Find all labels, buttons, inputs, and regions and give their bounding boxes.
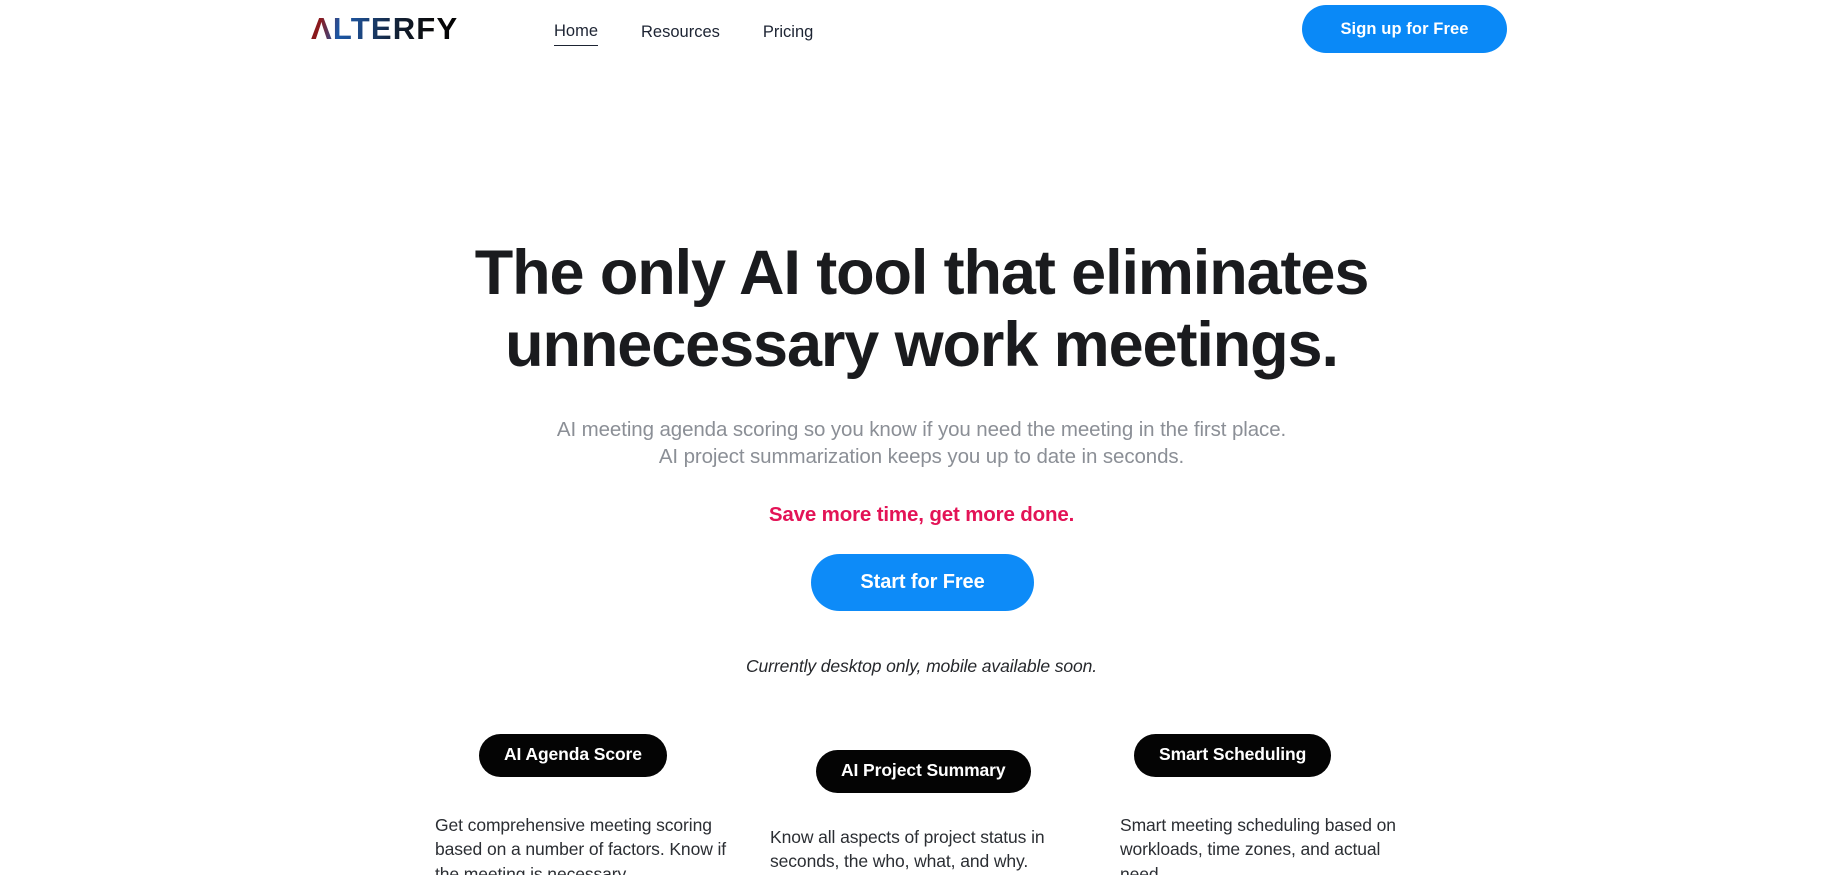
feature-list: AI Agenda Score Get comprehensive meetin… bbox=[0, 734, 1843, 875]
availability-note: Currently desktop only, mobile available… bbox=[745, 656, 1098, 676]
nav-link-resources[interactable]: Resources bbox=[641, 21, 720, 46]
nav-link-home[interactable]: Home bbox=[554, 20, 599, 46]
site-header: ΛLTERFY Home Resources Pricing Sign up f… bbox=[0, 0, 1843, 62]
hero-tagline: Save more time, get more done. bbox=[768, 503, 1075, 526]
feature-pill-project-summary[interactable]: AI Project Summary bbox=[816, 750, 1031, 793]
feature-description-agenda-score: Get comprehensive meeting scoring based … bbox=[435, 814, 727, 875]
feature-description-project-summary: Know all aspects of project status in se… bbox=[770, 826, 1045, 872]
brand-logo[interactable]: ΛLTERFY bbox=[311, 13, 458, 44]
nav-link-pricing[interactable]: Pricing bbox=[763, 21, 813, 46]
page-title: The only AI tool that eliminates unneces… bbox=[0, 237, 1843, 381]
sign-up-button[interactable]: Sign up for Free bbox=[1302, 5, 1507, 53]
feature-card-smart-scheduling: Smart Scheduling Smart meeting schedulin… bbox=[1120, 734, 1420, 875]
main-navigation: Home Resources Pricing bbox=[554, 20, 813, 46]
hero-subtext: AI meeting agenda scoring so you know if… bbox=[556, 418, 1287, 468]
feature-card-agenda-score: AI Agenda Score Get comprehensive meetin… bbox=[435, 734, 735, 875]
feature-pill-smart-scheduling[interactable]: Smart Scheduling bbox=[1134, 734, 1332, 777]
headline-line-1: The only AI tool that eliminates bbox=[474, 238, 1370, 308]
feature-pill-agenda-score[interactable]: AI Agenda Score bbox=[479, 734, 667, 777]
headline-line-2: unnecessary work meetings. bbox=[505, 310, 1339, 380]
feature-description-smart-scheduling: Smart meeting scheduling based on worklo… bbox=[1120, 814, 1396, 875]
start-for-free-button[interactable]: Start for Free bbox=[811, 554, 1034, 611]
feature-card-project-summary: AI Project Summary Know all aspects of p… bbox=[770, 734, 1070, 874]
